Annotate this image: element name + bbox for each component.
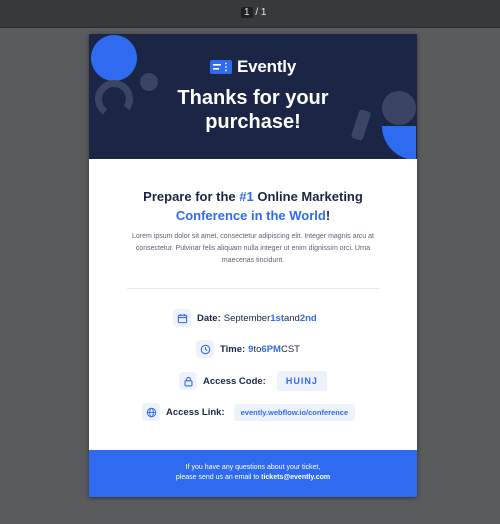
headline-text: Prepare for the <box>143 189 240 204</box>
hero-title: Thanks for your purchase! <box>89 86 417 134</box>
date-text: and <box>283 312 300 324</box>
headline-text: Online Marketing <box>253 189 363 204</box>
date-day-second: 2nd <box>299 312 317 324</box>
time-end: 6PM <box>261 343 281 355</box>
time-text: to <box>253 343 262 355</box>
footer: If you have any questions about your tic… <box>89 450 417 497</box>
page-separator: / <box>255 7 259 18</box>
hero-title-line2: purchase! <box>205 111 301 133</box>
access-code-value[interactable]: HUINJ <box>276 371 327 391</box>
date-text: September <box>223 312 271 324</box>
date-day-first: 1st <box>270 312 284 324</box>
support-email-link[interactable]: tickets@evently.com <box>261 474 330 481</box>
hero-title-line1: Thanks for your <box>177 87 329 109</box>
access-code-row: Access Code: HUINJ <box>179 369 327 393</box>
headline-highlight-conference: Conference in the World <box>175 208 326 223</box>
globe-icon <box>142 403 160 421</box>
brand-name: Evently <box>237 57 297 76</box>
headline-text: ! <box>325 208 331 223</box>
date-label: Date: <box>197 312 221 324</box>
time-zone: CST <box>280 343 300 355</box>
decorative-circle <box>91 35 137 81</box>
email-document: Evently Thanks for your purchase! Prepar… <box>89 34 417 497</box>
conference-headline: Prepare for the #1 Online Marketing Conf… <box>89 187 417 225</box>
hero-header: Evently Thanks for your purchase! <box>89 34 417 159</box>
date-row: Date: September 1st and 2nd <box>173 308 317 328</box>
ticket-icon <box>210 60 232 74</box>
footer-line2-text: please send us an email to <box>175 474 262 481</box>
pdf-viewer-toolbar: 1 / 1 <box>0 0 500 28</box>
access-link-row: Access Link: evently.webflow.io/conferen… <box>142 402 356 422</box>
access-code-label: Access Code: <box>203 375 266 387</box>
section-divider <box>127 288 379 289</box>
clock-icon <box>196 340 214 358</box>
current-page-number[interactable]: 1 <box>241 7 253 18</box>
total-pages: 1 <box>260 7 267 18</box>
footer-line2: please send us an email to tickets@event… <box>89 473 417 483</box>
lock-icon <box>179 372 197 390</box>
time-row: Time: 9 to 6PM CST <box>196 339 300 359</box>
access-link-label: Access Link: <box>166 406 225 418</box>
page-counter: 1 / 1 <box>241 6 266 20</box>
headline-highlight-rank: #1 <box>239 189 254 204</box>
intro-paragraph: Lorem ipsum dolor sit amet, consectetur … <box>131 233 374 264</box>
footer-line1: If you have any questions about your tic… <box>185 464 321 471</box>
calendar-icon <box>173 309 191 327</box>
brand-logo: Evently <box>210 57 297 76</box>
time-label: Time: <box>220 343 246 355</box>
access-link[interactable]: evently.webflow.io/conference <box>233 403 356 421</box>
